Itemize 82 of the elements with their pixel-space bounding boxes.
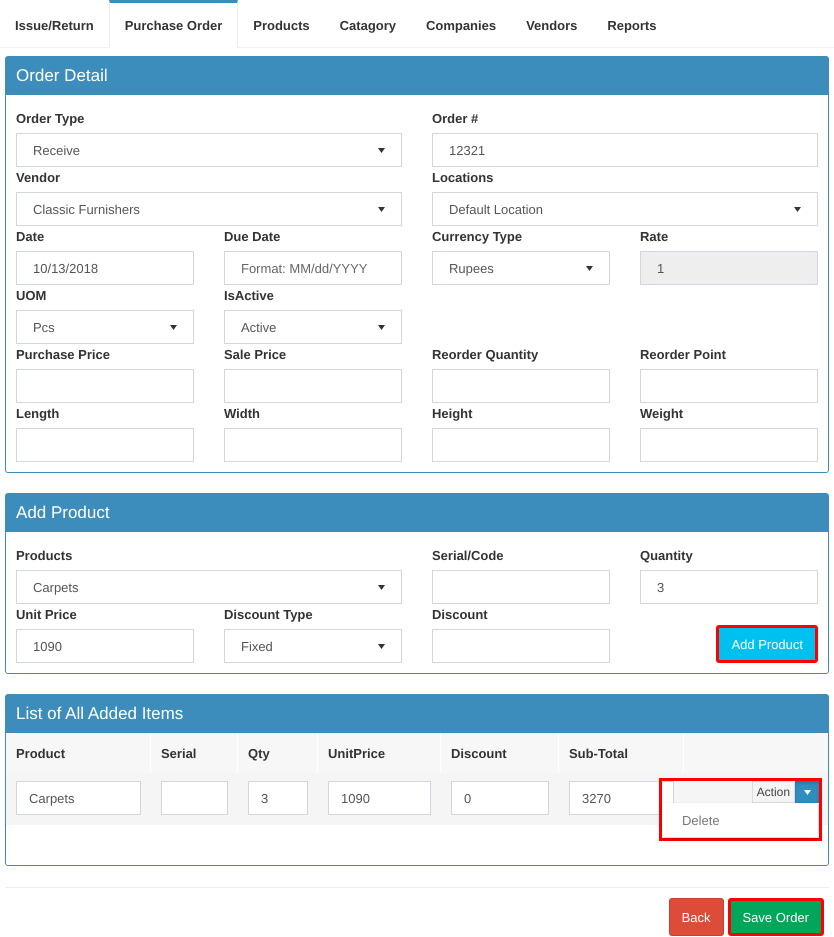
field-label: Reorder Quantity (432, 347, 538, 363)
field-label: Height (432, 406, 472, 422)
field-label: Order # (432, 111, 478, 127)
field-label: Vendor (16, 170, 60, 186)
input-field[interactable]: 1090 (16, 629, 194, 663)
tab[interactable]: Issue/Return (0, 0, 109, 47)
input-field[interactable]: Format: MM/dd/YYYY (224, 251, 402, 285)
input-field[interactable] (432, 428, 610, 462)
field-label: Quantity (640, 548, 693, 564)
field-label: Serial/Code (432, 548, 504, 564)
select-field[interactable]: Fixed (224, 629, 402, 663)
column-header: UnitPrice (318, 733, 441, 773)
field-label: Products (16, 548, 72, 564)
select-field[interactable]: Active (224, 310, 402, 344)
field-label: UOM (16, 288, 46, 304)
field-label: Due Date (224, 229, 280, 245)
input-field[interactable] (224, 369, 402, 403)
field-label: Currency Type (432, 229, 522, 245)
select-field[interactable]: Receive (16, 133, 402, 167)
field-label: IsActive (224, 288, 274, 304)
field-label: Discount (432, 607, 488, 623)
caret-icon (378, 584, 385, 590)
input-field[interactable]: 3 (248, 781, 308, 815)
panel-header: Order Detail (6, 57, 828, 95)
input-field[interactable] (640, 428, 818, 462)
input-field[interactable]: 1090 (328, 781, 431, 815)
caret-icon (378, 644, 385, 648)
input-field[interactable] (161, 781, 228, 815)
caret-icon (378, 206, 385, 212)
tab[interactable]: Companies (411, 0, 512, 47)
column-header: Serial (151, 733, 238, 773)
back-button[interactable]: Back (668, 898, 724, 936)
caret-icon (170, 324, 177, 330)
input-field[interactable]: 3 (640, 570, 818, 604)
menu-item[interactable]: Delete (662, 812, 720, 828)
action-button[interactable]: Action (752, 781, 795, 803)
select-field[interactable]: Classic Furnishers (16, 192, 402, 226)
column-header: Sub-Total (559, 733, 684, 773)
input-field[interactable]: 12321 (432, 133, 818, 167)
tab[interactable]: Purchase Order (108, 0, 238, 48)
column-header: Product (6, 733, 151, 773)
input-field[interactable]: 10/13/2018 (16, 251, 194, 285)
column-header: Discount (441, 733, 559, 773)
caret-icon (804, 790, 810, 794)
input-field[interactable] (432, 369, 610, 403)
input-field[interactable] (224, 428, 402, 462)
caret-icon (378, 324, 385, 330)
field-label: Width (224, 406, 260, 422)
caret-icon (794, 206, 801, 212)
select-field[interactable]: Pcs (16, 310, 194, 344)
field-label: Reorder Point (640, 347, 726, 363)
panel-header: List of All Added Items (6, 695, 828, 733)
input-field[interactable]: Carpets (16, 781, 141, 815)
field-label: Order Type (16, 111, 84, 127)
input-field[interactable]: 0 (451, 781, 549, 815)
column-header: Qty (238, 733, 318, 773)
field-label: Unit Price (16, 607, 77, 623)
tab[interactable]: Catagory (324, 0, 411, 47)
field-label: Locations (432, 170, 494, 186)
select-field[interactable]: Default Location (432, 192, 818, 226)
field-label: Discount Type (224, 607, 313, 623)
field-label: Rate (640, 229, 668, 245)
input-field[interactable] (16, 369, 194, 403)
select-field[interactable]: Rupees (432, 251, 610, 285)
field-label: Purchase Price (16, 347, 110, 363)
tab[interactable]: Products (238, 0, 325, 47)
caret-icon (378, 148, 385, 152)
field-label: Date (16, 229, 44, 245)
field-label: Weight (640, 406, 684, 422)
tab[interactable]: Reports (592, 0, 672, 47)
caret-icon (586, 266, 593, 270)
input-field[interactable] (16, 428, 194, 462)
input-field[interactable] (640, 369, 818, 403)
select-field[interactable]: Carpets (16, 570, 402, 604)
tab[interactable]: Vendors (511, 0, 592, 47)
input-field[interactable] (432, 629, 610, 663)
input-field[interactable] (432, 570, 610, 604)
field-label: Length (16, 406, 60, 422)
dropdown-toggle[interactable] (795, 781, 819, 803)
field-label: Sale Price (224, 347, 286, 363)
panel-header: Add Product (6, 494, 828, 532)
input-field[interactable]: 3270 (569, 781, 674, 815)
